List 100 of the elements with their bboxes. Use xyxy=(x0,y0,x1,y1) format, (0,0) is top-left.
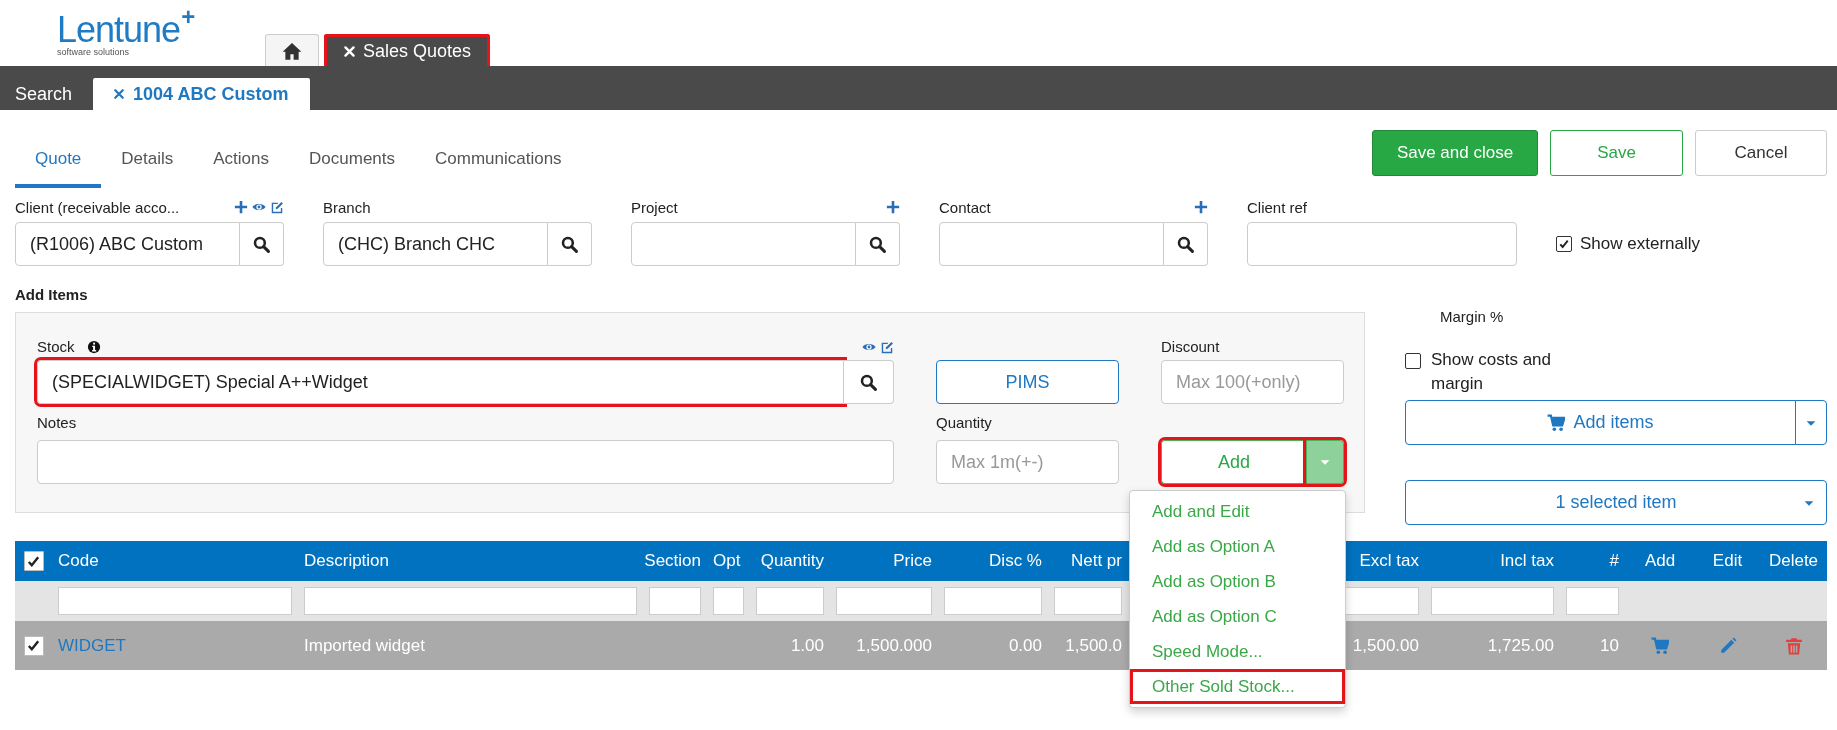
edit-icon[interactable] xyxy=(880,339,894,354)
add-icon[interactable] xyxy=(1194,200,1208,214)
add-items-button[interactable]: Add items xyxy=(1405,400,1796,445)
add-icon[interactable] xyxy=(886,200,900,214)
search-icon xyxy=(860,373,877,391)
edit-icon[interactable] xyxy=(270,200,284,214)
home-icon xyxy=(282,40,302,61)
column-header[interactable]: Nett pr xyxy=(1070,551,1122,571)
column-header[interactable]: # xyxy=(1609,551,1619,571)
column-header[interactable]: Section xyxy=(644,551,701,571)
menu-item[interactable]: Other Sold Stock... xyxy=(1130,669,1345,704)
section-tab[interactable]: Communications xyxy=(415,130,582,188)
add-icon[interactable] xyxy=(234,200,248,214)
column-header[interactable]: Description xyxy=(304,551,390,571)
checkbox[interactable] xyxy=(1556,236,1572,252)
action-button[interactable]: Cancel xyxy=(1695,130,1827,176)
search-button[interactable] xyxy=(548,222,592,266)
search-icon xyxy=(869,235,886,253)
home-tab[interactable] xyxy=(265,34,319,66)
lookup-field[interactable] xyxy=(939,222,1164,266)
filter-field[interactable] xyxy=(756,587,824,615)
menu-item[interactable]: Add as Option C xyxy=(1130,599,1345,634)
column-header[interactable]: Excl tax xyxy=(1359,551,1419,571)
logo-wordmark: Lentune xyxy=(57,12,181,48)
field-label: Client ref xyxy=(1247,198,1308,216)
check-icon xyxy=(26,638,41,653)
filter-field[interactable] xyxy=(1431,587,1554,615)
search-button[interactable] xyxy=(856,222,900,266)
selection-dropdown[interactable]: 1 selected item xyxy=(1405,480,1827,525)
table-cell: 1,500.0 xyxy=(1065,635,1122,656)
dropdown-toggle[interactable] xyxy=(1795,400,1827,445)
section-tab[interactable]: Actions xyxy=(193,130,290,188)
checkbox[interactable] xyxy=(1405,353,1421,369)
lookup-field[interactable]: (SPECIALWIDGET) Special A++Widget xyxy=(37,360,844,404)
input-field[interactable] xyxy=(1247,222,1517,266)
filter-field[interactable] xyxy=(1566,587,1619,615)
table-cell: 0.00 xyxy=(1008,635,1042,656)
checkbox-label: Show costs and margin xyxy=(1431,349,1552,395)
column-header[interactable]: Disc % xyxy=(989,551,1042,571)
field-label: Client (receivable acco... xyxy=(15,198,180,216)
column-header[interactable]: Edit xyxy=(1712,551,1743,571)
dropdown-toggle[interactable] xyxy=(1306,440,1344,484)
field-label: Notes xyxy=(37,413,77,431)
filter-field[interactable] xyxy=(836,587,932,615)
pims-button[interactable]: PIMS xyxy=(936,360,1119,404)
table-cell: Imported widget xyxy=(304,635,425,656)
column-header[interactable]: Quantity xyxy=(760,551,824,571)
checkbox[interactable] xyxy=(23,551,44,571)
column-header[interactable]: Code xyxy=(58,551,99,571)
search-button[interactable] xyxy=(844,360,894,404)
filter-field[interactable] xyxy=(58,587,292,615)
menu-item[interactable]: Speed Mode... xyxy=(1130,634,1345,669)
filter-field[interactable] xyxy=(1054,587,1122,615)
search-icon xyxy=(561,235,578,253)
record-tab[interactable]: Search xyxy=(0,78,88,110)
save-close-button[interactable]: Save and close xyxy=(1372,130,1538,176)
filter-field[interactable] xyxy=(944,587,1042,615)
search-button[interactable] xyxy=(1164,222,1208,266)
table-cell: 1.00 xyxy=(790,635,824,656)
input-field[interactable]: Max 100(+only) xyxy=(1161,360,1344,404)
menu-item[interactable]: Add as Option A xyxy=(1130,529,1345,564)
checkbox-label: Show externally xyxy=(1580,234,1700,254)
add-button[interactable]: Add xyxy=(1161,440,1306,484)
section-tab[interactable]: Quote xyxy=(15,130,102,188)
table-cell: 1,500.000 xyxy=(856,635,932,656)
action-button[interactable]: Save xyxy=(1550,130,1683,176)
search-icon xyxy=(253,235,270,253)
checkbox[interactable] xyxy=(23,635,44,656)
lookup-field[interactable] xyxy=(631,222,856,266)
page-tab[interactable]: Sales Quotes xyxy=(324,34,491,66)
menu-item[interactable]: Add as Option B xyxy=(1130,564,1345,599)
table-cell: 1,725.00 xyxy=(1487,635,1554,656)
logo-mark: + xyxy=(181,8,196,26)
input-field[interactable]: Max 1m(+-) xyxy=(936,440,1119,484)
section-tab[interactable]: Documents xyxy=(289,130,415,188)
filter-field[interactable] xyxy=(304,587,637,615)
record-tab[interactable]: 1004 ABC Custom xyxy=(93,78,311,110)
logo-tagline: software solutions xyxy=(57,47,131,57)
table-cell: 1,500.00 xyxy=(1352,635,1419,656)
input-field[interactable] xyxy=(37,440,894,484)
section-tab[interactable]: Details xyxy=(101,130,194,188)
field-label: Stock xyxy=(37,338,75,355)
column-header[interactable]: Opt xyxy=(713,551,741,571)
column-header[interactable]: Incl tax xyxy=(1500,551,1554,571)
field-label: Branch xyxy=(323,198,371,216)
filter-field[interactable] xyxy=(713,587,744,615)
lookup-field[interactable]: (R1006) ABC Custom xyxy=(15,222,240,266)
field-label: Project xyxy=(631,198,678,216)
check-icon xyxy=(1558,238,1570,250)
column-header[interactable]: Add xyxy=(1644,551,1676,571)
column-header[interactable]: Price xyxy=(893,551,932,571)
filter-field[interactable] xyxy=(649,587,701,615)
close-icon[interactable] xyxy=(343,45,356,58)
column-label: Margin % xyxy=(1440,308,1505,326)
lookup-field[interactable]: (CHC) Branch CHC xyxy=(323,222,548,266)
search-button[interactable] xyxy=(240,222,284,266)
info-icon[interactable] xyxy=(86,339,101,354)
close-icon[interactable] xyxy=(113,88,126,100)
column-header[interactable]: Delete xyxy=(1768,551,1819,571)
menu-item[interactable]: Add and Edit xyxy=(1130,494,1345,529)
